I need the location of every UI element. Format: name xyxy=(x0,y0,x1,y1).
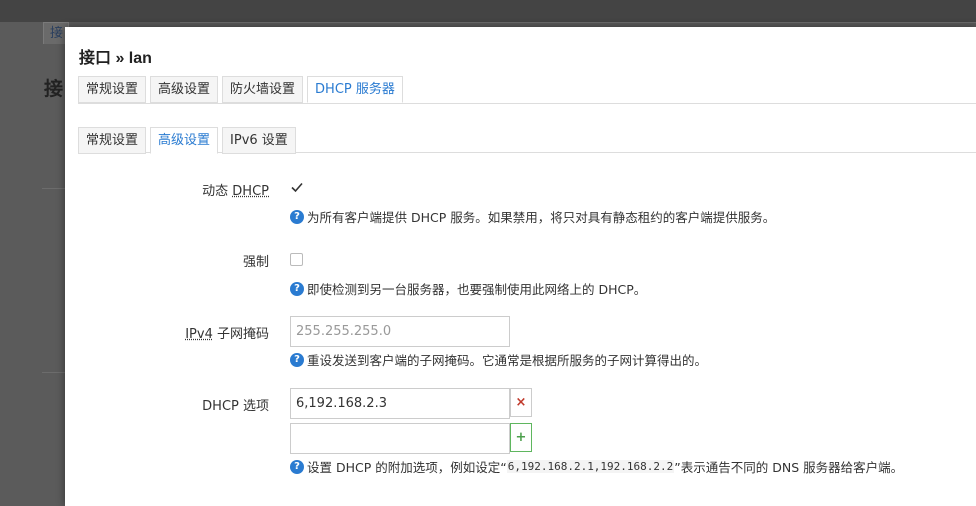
interface-settings-modal: 接口 » lan 常规设置 高级设置 防火墙设置 DHCP 服务器 常规设置 高… xyxy=(65,27,976,506)
remove-option-button[interactable]: × xyxy=(510,388,532,417)
dhcp-options-example: 6,192.168.2.1,192.168.2.2 xyxy=(506,460,675,473)
force-description: 即使检测到另一台服务器，也要强制使用此网络上的 DHCP。 xyxy=(307,282,647,297)
question-circle-icon: ? xyxy=(290,281,304,296)
tab-dhcp-server[interactable]: DHCP 服务器 xyxy=(307,76,403,103)
ipv4-netmask-help: ? 重设发送到客户端的子网掩码。它通常是根据所服务的子网计算得出的。 xyxy=(290,350,707,369)
main-tabs-divider xyxy=(78,103,976,104)
main-tabs: 常规设置 高级设置 防火墙设置 DHCP 服务器 xyxy=(78,76,407,103)
dynamic-dhcp-checkbox[interactable] xyxy=(290,180,304,194)
modal-title: 接口 » lan xyxy=(79,50,152,67)
subtab-advanced[interactable]: 高级设置 xyxy=(150,127,219,154)
ipv4-netmask-label-term: IPv4 xyxy=(185,327,213,342)
dhcp-option-input[interactable]: 6,192.168.2.3 xyxy=(290,388,510,419)
background-divider xyxy=(180,22,976,23)
tab-firewall[interactable]: 防火墙设置 xyxy=(222,76,304,103)
ipv4-netmask-description: 重设发送到客户端的子网掩码。它通常是根据所服务的子网计算得出的。 xyxy=(307,353,708,368)
tab-general[interactable]: 常规设置 xyxy=(78,76,147,103)
ipv4-netmask-label: IPv4 子网掩码 xyxy=(185,323,269,342)
background-heading: 接 xyxy=(44,78,64,100)
dynamic-dhcp-label-term: DHCP xyxy=(232,184,269,199)
ipv4-netmask-input[interactable]: 255.255.255.0 xyxy=(290,316,510,347)
subtab-general[interactable]: 常规设置 xyxy=(78,127,147,154)
force-label: 强制 xyxy=(242,255,269,270)
question-circle-icon: ? xyxy=(290,209,304,224)
question-circle-icon: ? xyxy=(290,352,304,367)
subtab-ipv6[interactable]: IPv6 设置 xyxy=(222,127,296,154)
dynamic-dhcp-help: ? 为所有客户端提供 DHCP 服务。如果禁用，将只对具有静态租约的客户端提供服务… xyxy=(290,207,775,226)
dynamic-dhcp-description: 为所有客户端提供 DHCP 服务。如果禁用，将只对具有静态租约的客户端提供服务。 xyxy=(307,210,776,225)
question-circle-icon: ? xyxy=(290,459,304,474)
dhcp-options-description-after: ”表示通告不同的 DNS 服务器给客户端。 xyxy=(674,460,904,475)
ipv4-netmask-label-suffix: 子网掩码 xyxy=(212,327,269,342)
background-header xyxy=(0,0,976,22)
force-checkbox[interactable] xyxy=(290,253,303,266)
sub-tabs: 常规设置 高级设置 IPv6 设置 xyxy=(78,127,300,154)
add-option-button[interactable]: + xyxy=(510,423,532,452)
dhcp-options-help: ? 设置 DHCP 的附加选项，例如设定“ 6,192.168.2.1,192.16… xyxy=(290,457,903,476)
dhcp-options-label: DHCP 选项 xyxy=(202,399,269,414)
dhcp-options-description-before: 设置 DHCP 的附加选项，例如设定“ xyxy=(307,460,507,475)
tab-advanced[interactable]: 高级设置 xyxy=(150,76,219,103)
dynamic-dhcp-label-prefix: 动态 xyxy=(202,184,233,199)
dynamic-dhcp-label: 动态 DHCP xyxy=(202,180,269,199)
checkmark-icon xyxy=(291,182,303,193)
new-dhcp-option-input[interactable] xyxy=(290,423,510,454)
force-help: ? 即使检测到另一台服务器，也要强制使用此网络上的 DHCP。 xyxy=(290,279,646,298)
